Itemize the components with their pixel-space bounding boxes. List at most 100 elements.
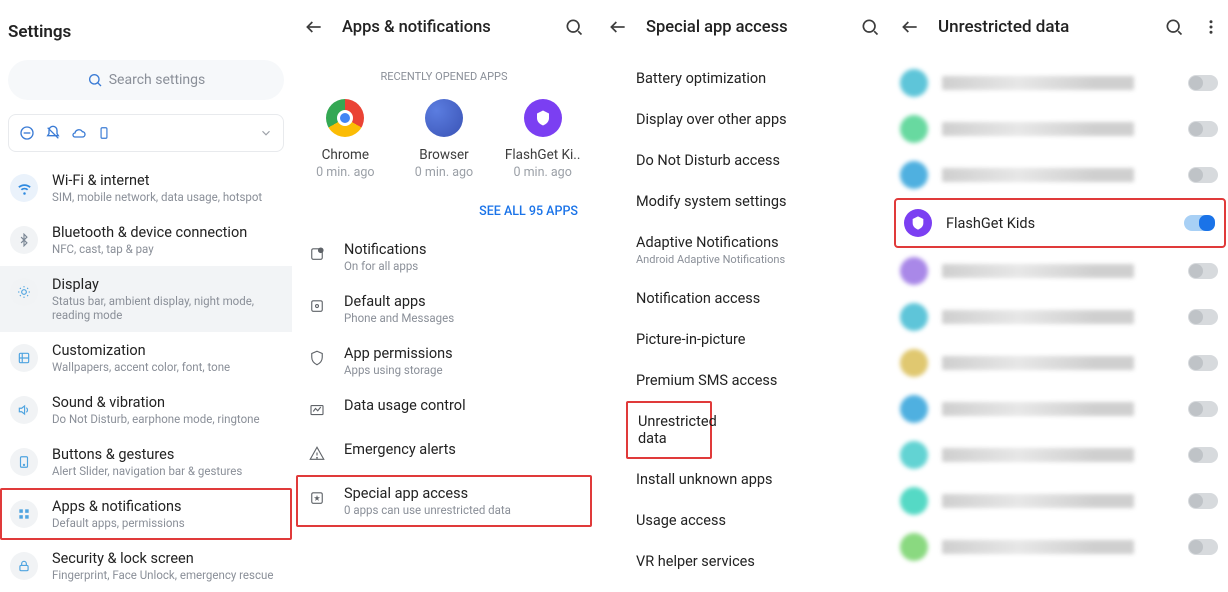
app-row-blurred[interactable] — [892, 432, 1228, 478]
item-label: Notifications — [344, 241, 426, 258]
access-list: Battery optimization Display over other … — [596, 54, 892, 592]
search-icon[interactable] — [860, 17, 880, 37]
app-name: FlashGet Kids — [946, 215, 1170, 232]
access-item-pip[interactable]: Picture-in-picture — [596, 319, 892, 360]
item-label: Unrestricted data — [638, 413, 710, 447]
item-label: Do Not Disturb access — [636, 152, 892, 169]
bluetooth-icon — [10, 226, 38, 254]
back-icon[interactable] — [304, 17, 324, 37]
settings-item-wifi[interactable]: Wi-Fi & internetSIM, mobile network, dat… — [0, 162, 292, 214]
back-icon[interactable] — [900, 17, 920, 37]
app-time: 0 min. ago — [513, 165, 571, 180]
access-item-notif-access[interactable]: Notification access — [596, 278, 892, 319]
app-name-blurred — [942, 122, 1134, 136]
toggle-switch[interactable] — [1184, 215, 1214, 231]
cloud-icon — [71, 125, 87, 141]
access-item-sms[interactable]: Premium SMS access — [596, 360, 892, 401]
header-title: Special app access — [646, 18, 842, 37]
app-name-blurred — [942, 448, 1134, 462]
do-not-disturb-icon — [19, 125, 35, 141]
header-title: Unrestricted data — [938, 17, 1146, 37]
app-icon — [900, 487, 928, 515]
settings-item-display[interactable]: DisplayStatus bar, ambient display, nigh… — [0, 266, 292, 332]
app-row-blurred[interactable] — [892, 152, 1228, 198]
access-item-adaptive[interactable]: Adaptive NotificationsAndroid Adaptive N… — [596, 222, 892, 278]
menu-item-emergency[interactable]: Emergency alerts — [296, 431, 592, 475]
search-icon[interactable] — [564, 17, 584, 37]
item-label: Bluetooth & device connection — [52, 224, 247, 241]
header-title: Apps & notifications — [342, 18, 546, 37]
menu-item-notifications[interactable]: NotificationsOn for all apps — [296, 231, 592, 283]
back-icon[interactable] — [608, 17, 628, 37]
toggle-switch[interactable] — [1188, 493, 1218, 509]
app-row-blurred[interactable] — [892, 248, 1228, 294]
toggle-switch[interactable] — [1188, 355, 1218, 371]
data-usage-icon — [306, 399, 328, 421]
settings-item-sound[interactable]: Sound & vibrationDo Not Disturb, earphon… — [0, 384, 292, 436]
toggle-switch[interactable] — [1188, 263, 1218, 279]
app-row-blurred[interactable] — [892, 60, 1228, 106]
flashget-icon — [524, 99, 562, 137]
access-item-unrestricted-data[interactable]: Unrestricted data — [626, 401, 712, 459]
access-item-modify[interactable]: Modify system settings — [596, 181, 892, 222]
toggle-switch[interactable] — [1188, 121, 1218, 137]
app-row-blurred[interactable] — [892, 524, 1228, 570]
more-icon[interactable] — [1202, 18, 1220, 36]
settings-item-apps-notifications[interactable]: Apps & notificationsDefault apps, permis… — [0, 488, 292, 540]
toggle-switch[interactable] — [1188, 309, 1218, 325]
item-label: Usage access — [636, 512, 892, 529]
recent-app-flashget[interactable]: FlashGet Ki.. 0 min. ago — [497, 99, 589, 180]
settings-item-security[interactable]: Security & lock screenFingerprint, Face … — [0, 540, 292, 592]
item-label: Apps & notifications — [52, 498, 185, 515]
app-name: FlashGet Ki.. — [505, 147, 580, 163]
menu-item-app-permissions[interactable]: App permissionsApps using storage — [296, 335, 592, 387]
search-input[interactable]: Search settings — [8, 60, 284, 100]
special-app-access-panel: Special app access Battery optimization … — [596, 0, 892, 592]
access-item-display-over[interactable]: Display over other apps — [596, 99, 892, 140]
app-icon — [900, 69, 928, 97]
header: Unrestricted data — [892, 0, 1228, 54]
menu-item-data-usage[interactable]: Data usage control — [296, 387, 592, 431]
app-row-blurred[interactable] — [892, 340, 1228, 386]
app-row-blurred[interactable] — [892, 294, 1228, 340]
item-label: Modify system settings — [636, 193, 892, 210]
recent-app-browser[interactable]: Browser 0 min. ago — [398, 99, 490, 180]
chrome-icon — [326, 99, 364, 137]
settings-item-buttons[interactable]: Buttons & gesturesAlert Slider, navigati… — [0, 436, 292, 488]
toggle-switch[interactable] — [1188, 167, 1218, 183]
access-item-battery[interactable]: Battery optimization — [596, 58, 892, 99]
see-all-apps-link[interactable]: SEE ALL 95 APPS — [292, 184, 596, 231]
menu-item-default-apps[interactable]: Default appsPhone and Messages — [296, 283, 592, 335]
settings-item-bluetooth[interactable]: Bluetooth & device connectionNFC, cast, … — [0, 214, 292, 266]
access-item-vr[interactable]: VR helper services — [596, 541, 892, 582]
toggle-switch[interactable] — [1188, 75, 1218, 91]
access-item-wifi-control[interactable]: Wi-Fi control — [596, 582, 892, 592]
access-item-install-unknown[interactable]: Install unknown apps — [596, 459, 892, 500]
page-title: Settings — [0, 0, 292, 60]
toggle-switch[interactable] — [1188, 447, 1218, 463]
browser-icon — [425, 99, 463, 137]
apps-icon — [10, 500, 38, 528]
access-item-dnd[interactable]: Do Not Disturb access — [596, 140, 892, 181]
recent-apps-label: RECENTLY OPENED APPS — [292, 54, 596, 91]
search-icon[interactable] — [1164, 17, 1184, 37]
recent-app-chrome[interactable]: Chrome 0 min. ago — [299, 99, 391, 180]
toggle-switch[interactable] — [1188, 401, 1218, 417]
item-label: Adaptive Notifications — [636, 234, 892, 251]
access-item-usage[interactable]: Usage access — [596, 500, 892, 541]
menu-item-special-app-access[interactable]: Special app access0 apps can use unrestr… — [296, 475, 592, 527]
apps-menu-list: NotificationsOn for all apps Default app… — [292, 231, 596, 527]
app-name: Browser — [419, 147, 468, 163]
toggle-switch[interactable] — [1188, 539, 1218, 555]
settings-item-customization[interactable]: CustomizationWallpapers, accent color, f… — [0, 332, 292, 384]
notifications-icon — [306, 243, 328, 265]
app-row-flashget-kids[interactable]: FlashGet Kids — [894, 198, 1226, 248]
status-row[interactable] — [8, 114, 284, 152]
app-row-blurred[interactable] — [892, 106, 1228, 152]
phone-icon — [97, 125, 111, 141]
item-label: Premium SMS access — [636, 372, 892, 389]
app-row-blurred[interactable] — [892, 478, 1228, 524]
flashget-icon — [904, 209, 932, 237]
app-icon — [900, 349, 928, 377]
app-row-blurred[interactable] — [892, 386, 1228, 432]
